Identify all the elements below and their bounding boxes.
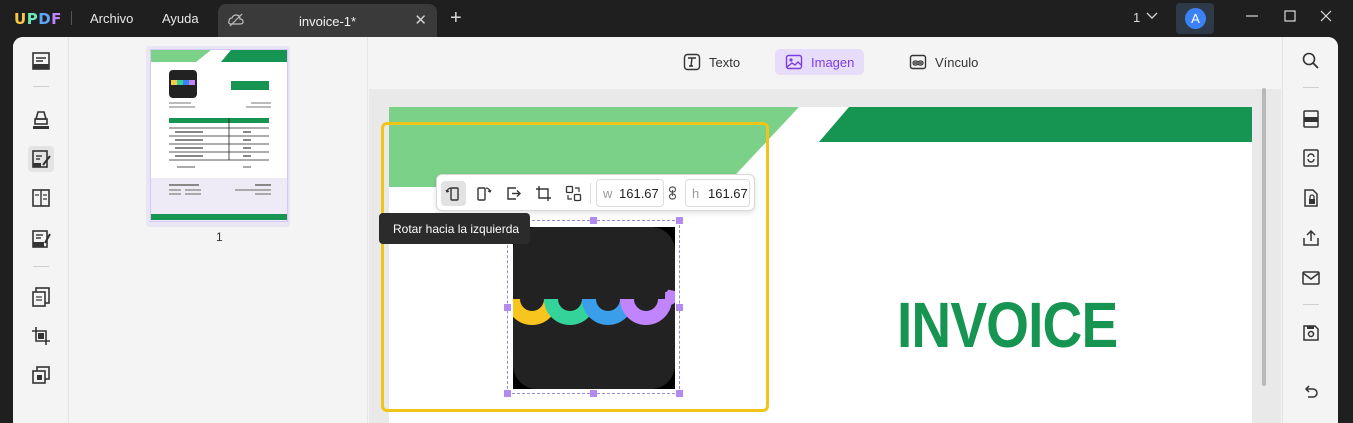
text-mode-label: Texto bbox=[709, 54, 741, 70]
width-label: w bbox=[603, 186, 613, 201]
resize-handle-r[interactable] bbox=[676, 304, 683, 311]
page-selector[interactable]: 1 bbox=[1133, 10, 1140, 25]
divider bbox=[590, 183, 591, 204]
height-value: 161.67 bbox=[708, 186, 748, 201]
vertical-scrollbar[interactable] bbox=[1262, 88, 1266, 386]
replace-image-button[interactable] bbox=[561, 181, 586, 206]
page-thumbnail[interactable] bbox=[150, 49, 288, 222]
fill-sign-icon[interactable] bbox=[30, 228, 52, 250]
height-field[interactable]: h 161.67 bbox=[685, 179, 750, 207]
close-tab-icon[interactable]: ✕ bbox=[414, 11, 427, 29]
combine-icon[interactable] bbox=[30, 364, 52, 386]
resize-handle-l[interactable] bbox=[504, 304, 511, 311]
extract-image-button[interactable] bbox=[501, 181, 526, 206]
convert-icon[interactable] bbox=[1301, 148, 1321, 168]
rotate-right-button[interactable] bbox=[471, 181, 496, 206]
right-toolbar bbox=[1282, 37, 1338, 423]
resize-handle-bl[interactable] bbox=[504, 390, 511, 397]
left-toolbar bbox=[13, 37, 69, 423]
crop-icon bbox=[536, 186, 551, 201]
image-edit-toolbar: w 161.67 h 161.67 bbox=[436, 174, 755, 211]
width-value: 161.67 bbox=[619, 186, 659, 201]
height-label: h bbox=[692, 186, 700, 201]
rotate-left-button[interactable] bbox=[441, 181, 466, 206]
page-layout-icon[interactable] bbox=[30, 187, 52, 209]
undo-icon[interactable] bbox=[1301, 381, 1321, 401]
lock-ratio-icon[interactable] bbox=[668, 186, 677, 200]
invoice-heading[interactable]: INVOICE bbox=[897, 288, 1118, 362]
updf-logo: UPDF bbox=[14, 10, 62, 28]
tab-title: invoice-1* bbox=[299, 14, 357, 29]
image-mode-button[interactable]: Imagen bbox=[775, 49, 865, 75]
reader-icon[interactable] bbox=[30, 50, 52, 72]
image-selection-box bbox=[507, 220, 680, 394]
resize-handle-t[interactable] bbox=[590, 217, 597, 224]
tooltip: Rotar hacia la izquierda bbox=[379, 213, 530, 244]
close-window-icon[interactable] bbox=[1319, 9, 1333, 23]
email-icon[interactable] bbox=[1301, 268, 1321, 288]
link-mode-label: Vínculo bbox=[935, 54, 979, 70]
divider bbox=[1303, 87, 1319, 88]
menu-ayuda[interactable]: Ayuda bbox=[162, 11, 199, 26]
share-icon[interactable] bbox=[1301, 228, 1321, 248]
divider bbox=[33, 266, 49, 267]
ocr-icon[interactable] bbox=[1301, 109, 1321, 129]
crop-button[interactable] bbox=[531, 181, 556, 206]
resize-handle-tr[interactable] bbox=[676, 217, 683, 224]
thumbnail-panel: 1 bbox=[70, 37, 368, 423]
divider bbox=[1303, 304, 1319, 305]
replace-icon bbox=[565, 185, 582, 202]
divider bbox=[33, 86, 49, 87]
account-button[interactable]: A bbox=[1176, 3, 1214, 34]
image-mode-label: Imagen bbox=[811, 54, 855, 70]
image-icon bbox=[785, 54, 803, 70]
text-icon bbox=[683, 53, 701, 71]
width-field[interactable]: w 161.67 bbox=[596, 179, 664, 207]
new-tab-button[interactable]: + bbox=[450, 7, 462, 30]
chevron-down-icon[interactable] bbox=[1146, 12, 1158, 20]
highlighter-icon[interactable] bbox=[30, 109, 52, 131]
thumbnail-preview bbox=[151, 50, 287, 221]
maximize-icon[interactable] bbox=[1283, 9, 1297, 23]
save-icon[interactable] bbox=[1301, 323, 1321, 343]
menu-archivo[interactable]: Archivo bbox=[90, 11, 133, 26]
protect-icon[interactable] bbox=[1301, 188, 1321, 208]
avatar: A bbox=[1185, 8, 1206, 29]
resize-handle-br[interactable] bbox=[676, 390, 683, 397]
thumbnail-page-number: 1 bbox=[216, 230, 223, 244]
link-icon bbox=[909, 54, 927, 70]
divider bbox=[71, 11, 72, 25]
text-mode-button[interactable]: Texto bbox=[673, 49, 750, 75]
title-bar: UPDF Archivo Ayuda invoice-1* ✕ + 1 A bbox=[0, 0, 1353, 37]
cloud-off-icon bbox=[228, 13, 244, 27]
edit-pdf-icon[interactable] bbox=[30, 148, 52, 170]
link-mode-button[interactable]: Vínculo bbox=[899, 49, 988, 75]
minimize-icon[interactable] bbox=[1245, 9, 1259, 23]
edit-mode-toolbar: Texto Imagen Vínculo bbox=[369, 37, 1281, 89]
search-icon[interactable] bbox=[1301, 51, 1321, 71]
resize-handle-b[interactable] bbox=[590, 390, 597, 397]
document-tab[interactable]: invoice-1* ✕ bbox=[218, 4, 437, 37]
rotate-left-icon bbox=[445, 187, 459, 201]
extract-icon bbox=[507, 187, 521, 200]
crop-pages-icon[interactable] bbox=[30, 325, 52, 347]
organize-pages-icon[interactable] bbox=[30, 286, 52, 308]
rotate-right-icon bbox=[477, 187, 492, 201]
